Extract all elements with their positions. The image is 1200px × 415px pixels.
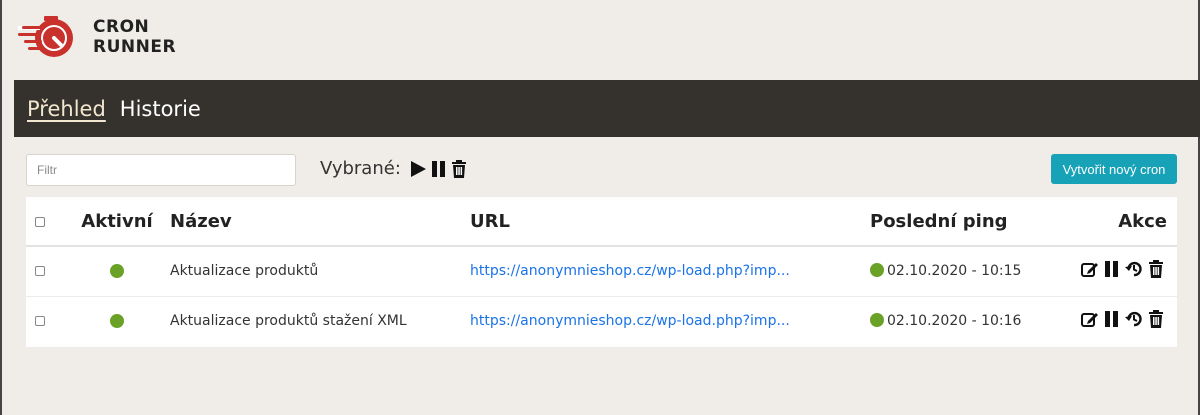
header-url: URL xyxy=(470,197,870,247)
header-active: Aktivní xyxy=(64,197,170,247)
pause-icon[interactable] xyxy=(1104,310,1120,328)
header-actions: Akce xyxy=(1070,197,1177,247)
select-all-checkbox[interactable] xyxy=(35,216,45,227)
trash-icon[interactable] xyxy=(1148,310,1164,329)
logo-line-2: RUNNER xyxy=(93,37,177,57)
cron-table: Aktivní Název URL Poslední ping Akce Akt… xyxy=(26,197,1177,346)
ping-status-dot xyxy=(870,313,884,328)
table-header-row: Aktivní Název URL Poslední ping Akce xyxy=(26,197,1177,247)
ping-status-dot xyxy=(870,263,884,278)
cron-url-link[interactable]: https://anonymnieshop.cz/wp-load.php?imp… xyxy=(470,313,790,329)
nav-item-historie[interactable]: Historie xyxy=(120,97,201,121)
table-row: Aktualizace produktů https://anonymniesh… xyxy=(26,246,1177,297)
header-name: Název xyxy=(170,197,470,247)
trash-icon[interactable] xyxy=(451,159,467,178)
logo-line-1: CRON xyxy=(93,17,150,37)
history-icon[interactable] xyxy=(1125,310,1143,328)
row-actions xyxy=(1081,310,1167,329)
edit-icon[interactable] xyxy=(1081,310,1099,328)
row-actions xyxy=(1081,260,1167,279)
last-ping-value: 02.10.2020 - 10:16 xyxy=(887,313,1022,330)
main-nav: Přehled Historie xyxy=(14,80,1200,137)
edit-icon[interactable] xyxy=(1081,260,1099,278)
bulk-actions: Vybrané: xyxy=(320,158,470,179)
app-logo[interactable]: CRON RUNNER xyxy=(18,14,176,60)
header-last-ping: Poslední ping xyxy=(870,197,1070,247)
filter-input[interactable] xyxy=(26,154,296,186)
active-status-dot[interactable] xyxy=(110,264,124,279)
window-border-left xyxy=(0,0,2,415)
trash-icon[interactable] xyxy=(1148,260,1164,279)
header-select-all[interactable] xyxy=(26,197,64,247)
cron-name: Aktualizace produktů stažení XML xyxy=(170,313,407,330)
table-row: Aktualizace produktů stažení XML https:/… xyxy=(26,296,1177,346)
logo-wordmark: CRON RUNNER xyxy=(93,17,176,57)
active-status-dot[interactable] xyxy=(110,314,124,329)
row-checkbox[interactable] xyxy=(35,316,45,327)
nav-item-prehled[interactable]: Přehled xyxy=(27,97,106,121)
last-ping-value: 02.10.2020 - 10:15 xyxy=(887,263,1022,280)
pause-icon[interactable] xyxy=(430,160,448,178)
history-icon[interactable] xyxy=(1125,260,1143,278)
play-icon[interactable] xyxy=(409,160,427,178)
cron-url-link[interactable]: https://anonymnieshop.cz/wp-load.php?imp… xyxy=(470,263,790,279)
cron-table-card: Aktivní Název URL Poslední ping Akce Akt… xyxy=(26,197,1177,347)
row-checkbox[interactable] xyxy=(35,266,45,277)
selected-label: Vybrané: xyxy=(320,158,401,179)
stopwatch-logo-icon xyxy=(18,16,73,57)
pause-icon[interactable] xyxy=(1104,260,1120,278)
cron-name: Aktualizace produktů xyxy=(170,246,470,297)
create-cron-button[interactable]: Vytvořit nový cron xyxy=(1051,154,1177,184)
